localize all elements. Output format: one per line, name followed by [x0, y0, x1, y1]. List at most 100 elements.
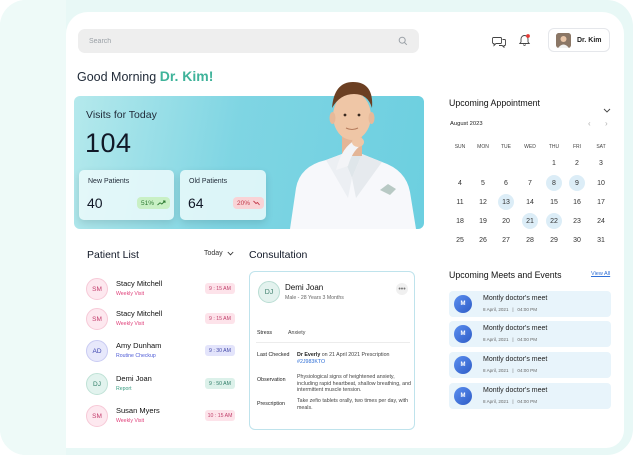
- calendar-day[interactable]: 13: [498, 194, 514, 210]
- calendar-day[interactable]: 7: [522, 175, 538, 191]
- patient-avatar: DJ: [86, 373, 108, 395]
- observation-text: Physiological signs of heightened anxiet…: [297, 374, 411, 394]
- calendar-day[interactable]: 16: [569, 194, 585, 210]
- calendar-month: August 2023: [450, 121, 483, 127]
- meet-title: Montly doctor's meet: [483, 356, 548, 363]
- date-filter-dropdown[interactable]: Today: [204, 250, 234, 257]
- prescription-label: Prescription: [257, 401, 285, 407]
- old-patients-label: Old Patients: [189, 178, 228, 185]
- patient-row[interactable]: SM Stacy Mitchell Weekly Visit 9 : 15 AM: [86, 277, 236, 303]
- calendar-day[interactable]: 17: [593, 194, 609, 210]
- meet-title: Montly doctor's meet: [483, 387, 548, 394]
- meet-item[interactable]: M Montly doctor's meet 8 April, 2021 | 0…: [449, 383, 611, 409]
- calendar-day[interactable]: 18: [452, 213, 468, 229]
- calendar-day[interactable]: 12: [475, 194, 491, 210]
- calendar-day[interactable]: 21: [522, 213, 538, 229]
- meets-title: Upcoming Meets and Events: [449, 270, 562, 280]
- patient-avatar: SM: [86, 308, 108, 330]
- meet-item[interactable]: M Montly doctor's meet 8 April, 2021 | 0…: [449, 291, 611, 317]
- prescription-text: Take zefio tablets orally, two times per…: [297, 398, 409, 411]
- greeting-name: Dr. Kim!: [159, 68, 214, 84]
- meet-item[interactable]: M Montly doctor's meet 8 April, 2021 | 0…: [449, 352, 611, 378]
- calendar-day[interactable]: 8: [546, 175, 562, 191]
- profile-name: Dr. Kim: [577, 36, 602, 44]
- prescription-id-link[interactable]: #2J983KTO: [297, 359, 325, 365]
- chevron-down-icon[interactable]: [603, 100, 611, 118]
- weekday-label: SAT: [596, 144, 606, 150]
- chat-bubbles-icon[interactable]: [491, 34, 507, 48]
- meet-datetime: 8 April, 2021 | 04:00 PM: [483, 368, 538, 373]
- consultation-patient-meta: Male - 28 Years 3 Months: [285, 295, 344, 301]
- calendar-day[interactable]: 24: [593, 213, 609, 229]
- new-patients-value: 40: [87, 195, 103, 211]
- calendar-day[interactable]: 5: [475, 175, 491, 191]
- consultation-avatar: DJ: [258, 281, 280, 303]
- calendar-day[interactable]: 23: [569, 213, 585, 229]
- new-patients-label: New Patients: [88, 178, 130, 185]
- consultation-title: Consultation: [249, 249, 308, 261]
- calendar-day[interactable]: 29: [546, 232, 562, 248]
- calendar-day[interactable]: 15: [546, 194, 562, 210]
- calendar-day[interactable]: 22: [546, 213, 562, 229]
- profile-button[interactable]: Dr. Kim: [548, 28, 610, 52]
- calendar-day[interactable]: 26: [475, 232, 491, 248]
- meet-avatar: M: [454, 356, 472, 374]
- bell-icon[interactable]: [517, 32, 531, 47]
- patient-row[interactable]: DJ Demi Joan Report 9 : 50 AM: [86, 372, 236, 398]
- new-patients-change: 51%: [141, 199, 155, 207]
- patient-row[interactable]: AD Amy Dunham Routine Checkup 9 : 30 AM: [86, 339, 236, 365]
- view-all-link[interactable]: View All: [591, 271, 610, 277]
- last-checked-text: on 21 April 2021 Prescription: [320, 352, 390, 358]
- calendar-day[interactable]: 11: [452, 194, 468, 210]
- weekday-label: MON: [477, 144, 489, 150]
- new-patients-change-badge: 51%: [137, 197, 171, 209]
- meet-item[interactable]: M Montly doctor's meet 8 April, 2021 | 0…: [449, 321, 611, 347]
- meet-time: 04:00 PM: [517, 399, 538, 404]
- old-patients-change-badge: 20%: [233, 197, 265, 209]
- divider: [256, 342, 410, 343]
- avatar: [556, 32, 571, 48]
- calendar-day[interactable]: 27: [498, 232, 514, 248]
- patient-time-badge: 9 : 15 AM: [205, 313, 235, 324]
- meet-time: 04:00 PM: [517, 368, 538, 373]
- patient-time-badge: 9 : 15 AM: [205, 283, 235, 294]
- weekday-label: TUE: [501, 144, 511, 150]
- old-patients-card[interactable]: Old Patients 64 20%: [180, 170, 266, 220]
- search-bar[interactable]: [78, 29, 419, 53]
- patient-avatar: AD: [86, 340, 108, 362]
- sidebar-strip: [0, 0, 66, 455]
- more-options-icon[interactable]: •••: [396, 283, 408, 295]
- meet-date: 8 April, 2021: [483, 337, 509, 342]
- patient-time-badge: 9 : 50 AM: [205, 378, 235, 389]
- calendar-day[interactable]: 20: [498, 213, 514, 229]
- calendar-day[interactable]: 14: [522, 194, 538, 210]
- old-patients-change: 20%: [237, 199, 251, 207]
- patient-avatar: SM: [86, 278, 108, 300]
- trend-down-icon: [253, 200, 260, 206]
- calendar-day[interactable]: 3: [593, 155, 609, 171]
- search-input[interactable]: [89, 37, 398, 45]
- calendar-day[interactable]: 31: [593, 232, 609, 248]
- weekday-label: SUN: [454, 144, 466, 150]
- new-patients-card[interactable]: New Patients 40 51%: [79, 170, 174, 220]
- calendar-day[interactable]: 6: [498, 175, 514, 191]
- last-checked-label: Last Checked: [257, 352, 290, 358]
- last-checked-doctor: Dr Everly: [297, 352, 321, 358]
- patient-row[interactable]: SM Stacy Mitchell Weekly Visit 9 : 15 AM: [86, 307, 236, 333]
- meet-datetime: 8 April, 2021 | 04:00 PM: [483, 399, 538, 404]
- calendar-day[interactable]: 2: [569, 155, 585, 171]
- patient-visit-type: Weekly Visit: [116, 321, 145, 327]
- calendar-day[interactable]: 4: [452, 175, 468, 191]
- appointments-title: Upcoming Appointment: [449, 98, 540, 108]
- calendar-day[interactable]: 1: [546, 155, 562, 171]
- calendar-day[interactable]: 25: [452, 232, 468, 248]
- search-icon[interactable]: [398, 36, 408, 46]
- calendar-day[interactable]: 30: [569, 232, 585, 248]
- patient-row[interactable]: SM Susan Myers Weekly Visit 10 : 15 AM: [86, 404, 236, 430]
- chevron-right-icon[interactable]: ›: [605, 119, 608, 128]
- calendar-day[interactable]: 10: [593, 175, 609, 191]
- chevron-left-icon[interactable]: ‹: [588, 119, 591, 128]
- calendar-day[interactable]: 19: [475, 213, 491, 229]
- calendar-day[interactable]: 9: [569, 175, 585, 191]
- calendar-day[interactable]: 28: [522, 232, 538, 248]
